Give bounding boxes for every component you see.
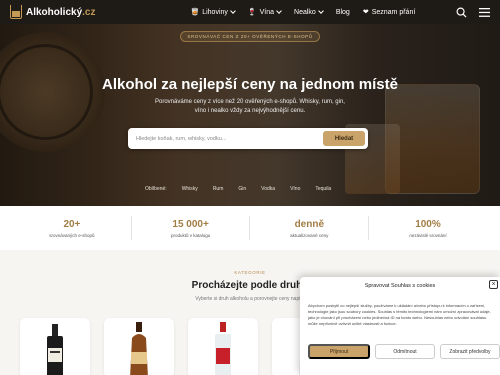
category-card-whisky[interactable] (20, 318, 90, 375)
search-button[interactable]: Hledat (323, 131, 365, 146)
category-card-gin[interactable] (188, 318, 258, 375)
quick-link-rum[interactable]: Rum (213, 186, 224, 192)
nav-wishlist[interactable]: ❤ Seznam přání (362, 8, 415, 17)
divider (130, 216, 132, 240)
search-bar: Hledat (128, 128, 368, 149)
stats-bar: 20+ srovnávaných e-shopů 15 000+ produkt… (0, 206, 500, 250)
hero-section: Srovnávač cen z 20+ ověřených e-shopů Al… (0, 24, 500, 206)
stat-item: denně aktualizované ceny (264, 219, 354, 238)
hero-title: Alkohol za nejlepší ceny na jednom místě (102, 76, 398, 93)
category-card-rum[interactable] (104, 318, 174, 375)
accept-cookies-button[interactable]: Přijmout (308, 344, 370, 359)
view-preferences-button[interactable]: Zobrazit předvolby (440, 344, 500, 359)
chevron-down-icon (230, 8, 236, 14)
stat-value: denně (294, 218, 325, 230)
whiskey-bottle-image (47, 324, 63, 375)
hero-subtitle: Porovnáváme ceny z více než 20 ověřených… (155, 99, 345, 114)
quick-links: Oblíbené: Whisky Rum Gin Vodka Víno Tequ… (145, 186, 331, 192)
quick-link-tequila[interactable]: Tequila (315, 186, 331, 192)
stat-value: 20+ (63, 218, 81, 230)
cookie-buttons: Přijmout Odmítnout Zobrazit předvolby (308, 344, 500, 359)
stat-value: 100% (415, 218, 441, 230)
header-icons (456, 7, 490, 18)
wine-glass-icon: 🍷 (247, 9, 257, 16)
close-icon[interactable]: × (489, 280, 498, 289)
nav-lihoviny[interactable]: 🥃 Lihoviny (190, 8, 236, 16)
hero-badge: Srovnávač cen z 20+ ověřených e-shopů (180, 31, 320, 42)
stat-item: 20+ srovnávaných e-shopů (27, 219, 117, 238)
deny-cookies-button[interactable]: Odmítnout (375, 344, 435, 359)
rum-bottle-image (130, 322, 148, 375)
quick-link-vodka[interactable]: Vodka (261, 186, 275, 192)
quick-link-vino[interactable]: Víno (290, 186, 300, 192)
nav-vina[interactable]: 🍷 Vína (247, 8, 282, 16)
tumbler-glass-icon: 🥃 (190, 9, 200, 16)
nav-nealko[interactable]: Nealko (294, 8, 324, 16)
divider (249, 216, 251, 240)
menu-icon[interactable] (479, 7, 490, 17)
category-cards (20, 318, 342, 375)
cookie-text: Abychom poskytli co nejlepší služby, pou… (308, 303, 491, 326)
quick-link-whisky[interactable]: Whisky (182, 186, 198, 192)
whisky-glass-icon (10, 5, 22, 19)
divider (368, 216, 370, 240)
cookie-title: Spravovat Souhlas s cookies (364, 283, 436, 289)
stat-label: nezávislé srovnání (409, 232, 447, 238)
gin-bottle-image (215, 322, 231, 375)
main-nav: 🥃 Lihoviny 🍷 Vína Nealko Blog ❤ Seznam p… (190, 8, 415, 16)
heart-icon: ❤ (362, 9, 369, 16)
chevron-down-icon (317, 8, 324, 14)
stat-item: 100% nezávislé srovnání (383, 219, 473, 238)
section-kicker: Kategorie (234, 270, 266, 275)
cookie-consent-dialog: Spravovat Souhlas s cookies × Abychom po… (300, 277, 500, 375)
stat-value: 15 000+ (172, 218, 209, 230)
quick-link-gin[interactable]: Gin (238, 186, 246, 192)
logo-text: Alkoholický.cz (26, 6, 96, 18)
stat-label: produktů v katalogu (170, 232, 211, 238)
quick-links-label: Oblíbené: (145, 186, 167, 192)
search-input[interactable] (136, 135, 323, 142)
logo[interactable]: Alkoholický.cz (10, 5, 95, 19)
stat-label: aktualizované ceny (290, 232, 329, 238)
search-icon[interactable] (456, 7, 467, 18)
site-header: Alkoholický.cz 🥃 Lihoviny 🍷 Vína Nealko … (0, 0, 500, 24)
chevron-down-icon (276, 8, 282, 14)
nav-blog[interactable]: Blog (336, 9, 350, 16)
stat-item: 15 000+ produktů v katalogu (146, 219, 236, 238)
stat-label: srovnávaných e-shopů (49, 232, 95, 238)
